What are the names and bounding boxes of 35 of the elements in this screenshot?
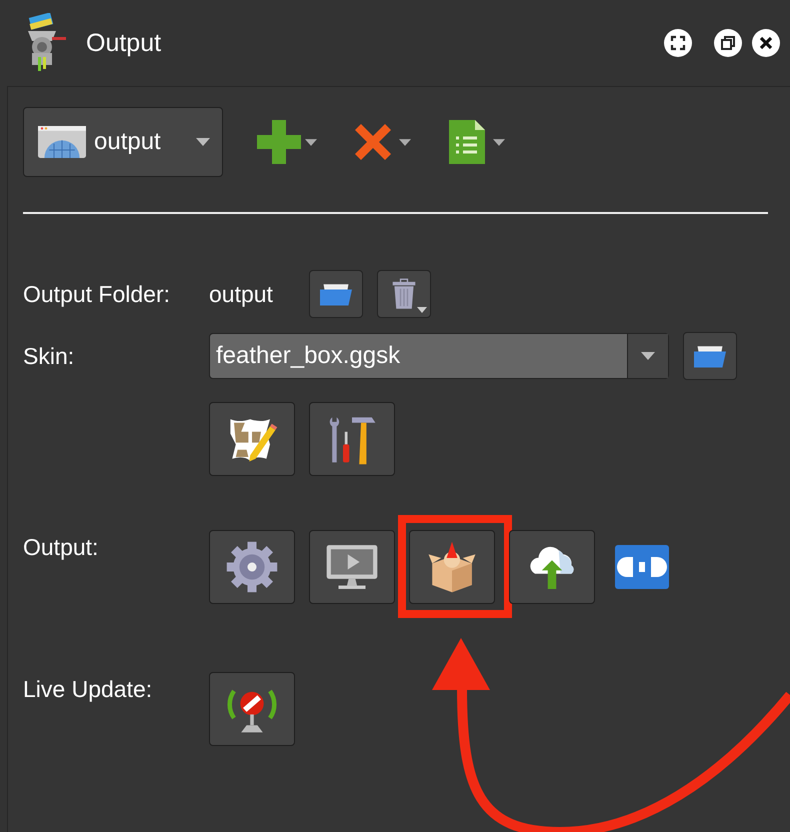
folder-icon xyxy=(320,281,352,307)
skin-dropdown[interactable]: feather_box.ggsk xyxy=(209,333,669,379)
preset-dropdown[interactable]: output xyxy=(23,107,223,177)
caret-icon xyxy=(641,352,655,360)
caret-icon xyxy=(416,307,427,313)
folder-icon xyxy=(694,343,726,369)
browser-globe-icon xyxy=(38,126,86,158)
window-title: Output xyxy=(86,28,162,58)
field-label: Skin: xyxy=(23,342,76,370)
restore-icon[interactable] xyxy=(714,29,742,57)
fullscreen-icon[interactable] xyxy=(664,29,692,57)
upload-button[interactable] xyxy=(509,530,595,604)
caret-icon xyxy=(493,138,505,146)
delete-button[interactable] xyxy=(376,270,431,318)
settings-button[interactable] xyxy=(209,530,295,604)
gear-icon xyxy=(225,540,279,594)
preview-button[interactable] xyxy=(309,530,395,604)
edit-skin-button[interactable] xyxy=(209,402,295,476)
field-label: Output Folder: xyxy=(23,280,172,308)
field-label: Live Update: xyxy=(23,675,154,703)
caret-icon xyxy=(305,138,317,146)
close-icon[interactable] xyxy=(752,29,780,57)
plus-icon xyxy=(257,120,301,164)
open-folder-button[interactable] xyxy=(683,332,737,380)
folder-path: output xyxy=(209,280,273,308)
plug-icon[interactable] xyxy=(615,545,669,589)
field-label: Output: xyxy=(23,533,100,561)
package-button[interactable] xyxy=(409,530,495,604)
trash-icon xyxy=(390,278,417,310)
live-update-button[interactable] xyxy=(209,672,295,746)
add-button[interactable] xyxy=(257,120,317,164)
caret-icon xyxy=(196,138,210,146)
open-folder-button[interactable] xyxy=(308,270,363,318)
tools-button[interactable] xyxy=(309,402,395,476)
caret-icon xyxy=(399,138,411,146)
